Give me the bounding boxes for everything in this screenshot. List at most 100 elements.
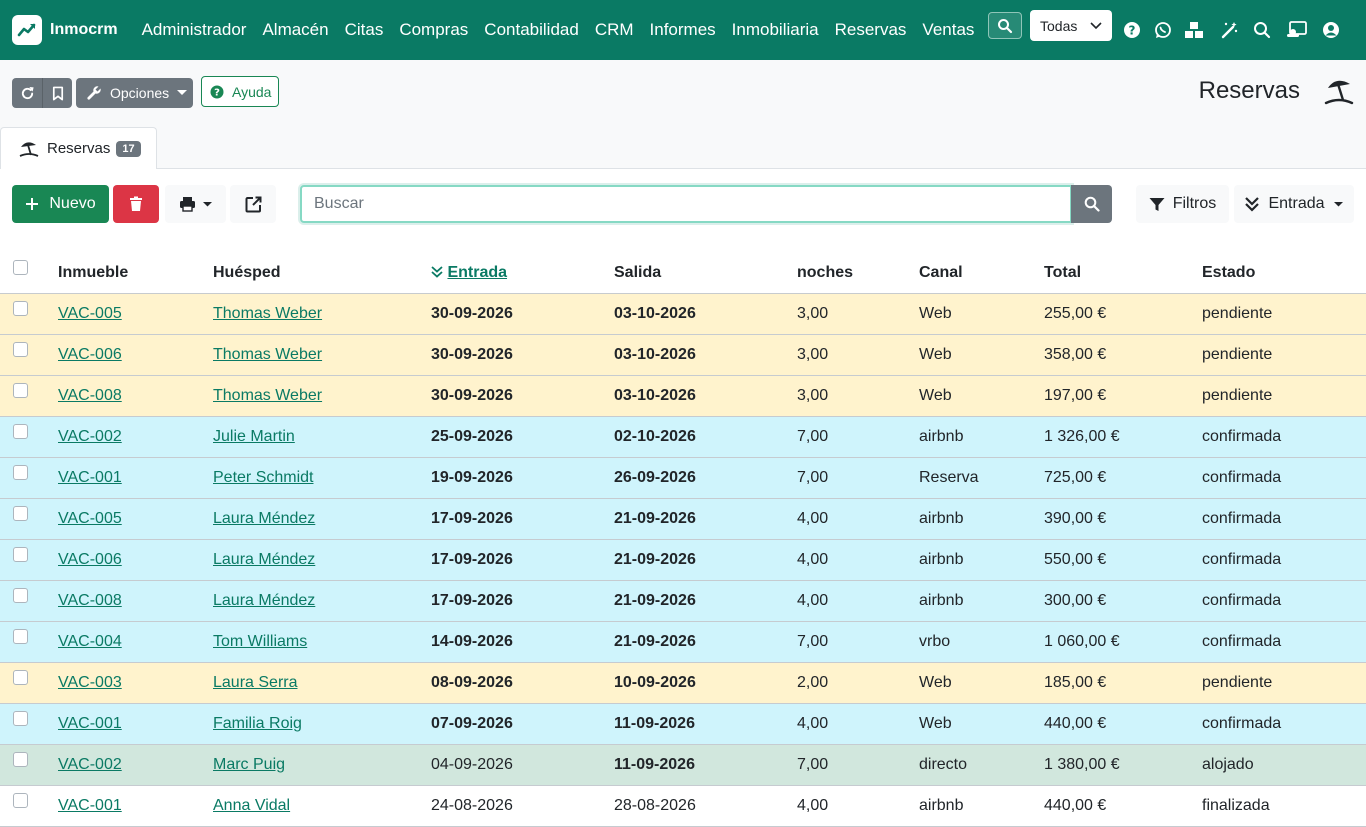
cell-total-value: 255,00 €	[1044, 304, 1107, 322]
cell-inmueble-link[interactable]: VAC-002	[58, 756, 122, 773]
nav-search-button[interactable]	[988, 12, 1022, 39]
row-checkbox[interactable]	[13, 751, 28, 767]
user-circle-icon[interactable]	[1321, 20, 1341, 40]
table-row[interactable]: VAC-005 Laura Méndez 17-09-2026 21-09-2026 4…	[0, 498, 1366, 540]
select-all-checkbox[interactable]	[13, 259, 28, 275]
table-row[interactable]: VAC-002 Marc Puig 04-09-2026 11-09-2026 7,00…	[0, 744, 1366, 786]
menu-item-informes[interactable]: Informes	[642, 20, 724, 40]
cell-salida-value: 11-09-2026	[614, 755, 695, 773]
row-checkbox[interactable]	[13, 464, 28, 480]
row-checkbox[interactable]	[13, 382, 28, 398]
cell-inmueble-link[interactable]: VAC-008	[58, 592, 122, 609]
row-checkbox[interactable]	[13, 792, 28, 808]
search-button[interactable]	[1071, 185, 1112, 223]
cell-huesped-link[interactable]: Thomas Weber	[213, 346, 322, 363]
table-row[interactable]: VAC-005 Thomas Weber 30-09-2026 03-10-2026 3…	[0, 293, 1366, 335]
row-checkbox[interactable]	[13, 341, 28, 357]
brand[interactable]: Inmocrm	[12, 15, 118, 45]
cell-inmueble-link[interactable]: VAC-005	[58, 305, 122, 322]
table-row[interactable]: VAC-008 Laura Méndez 17-09-2026 21-09-2026 4…	[0, 580, 1366, 622]
cell-noches-value: 7,00	[797, 427, 829, 445]
help-button[interactable]: ? Ayuda	[201, 76, 279, 107]
menu-item-reservas[interactable]: Reservas	[827, 20, 915, 40]
cell-inmueble-link[interactable]: VAC-002	[58, 428, 122, 445]
cell-salida: 10-09-2026	[614, 662, 797, 704]
new-button[interactable]: Nuevo	[12, 185, 109, 223]
open-new-window-button[interactable]	[230, 185, 276, 223]
cell-inmueble-link[interactable]: VAC-006	[58, 551, 122, 568]
options-button[interactable]: Opciones	[76, 78, 193, 108]
column-header-huesped[interactable]: Huésped	[213, 253, 431, 294]
column-header-estado[interactable]: Estado	[1202, 253, 1366, 294]
filters-button[interactable]: Filtros	[1136, 185, 1229, 223]
column-header-noches[interactable]: noches	[797, 253, 919, 294]
menu-item-contabilidad[interactable]: Contabilidad	[476, 20, 587, 40]
cell-inmueble-link[interactable]: VAC-004	[58, 633, 122, 650]
menu-item-ventas[interactable]: Ventas	[914, 20, 982, 40]
column-header-entrada[interactable]: Entrada	[431, 253, 614, 294]
cell-huesped-link[interactable]: Peter Schmidt	[213, 469, 313, 486]
column-header-total[interactable]: Total	[1044, 253, 1202, 294]
table-row[interactable]: VAC-002 Julie Martin 25-09-2026 02-10-2026 7…	[0, 416, 1366, 458]
menu-item-administrador[interactable]: Administrador	[134, 20, 255, 40]
bookmark-button[interactable]	[42, 78, 72, 108]
cell-inmueble-link[interactable]: VAC-001	[58, 715, 122, 732]
column-header-canal[interactable]: Canal	[919, 253, 1044, 294]
cell-huesped-link[interactable]: Julie Martin	[213, 428, 295, 445]
whatsapp-icon[interactable]	[1153, 20, 1173, 40]
cell-huesped-link[interactable]: Anna Vidal	[213, 797, 290, 814]
cell-huesped-link[interactable]: Familia Roig	[213, 715, 302, 732]
column-header-inmueble[interactable]: Inmueble	[58, 253, 213, 294]
question-circle-icon[interactable]: ?	[1122, 20, 1142, 40]
column-header-salida[interactable]: Salida	[614, 253, 797, 294]
row-checkbox[interactable]	[13, 669, 28, 685]
cell-inmueble-link[interactable]: VAC-001	[58, 469, 122, 486]
table-row[interactable]: VAC-001 Peter Schmidt 19-09-2026 26-09-2026…	[0, 457, 1366, 499]
row-checkbox[interactable]	[13, 628, 28, 644]
table-row[interactable]: VAC-006 Laura Méndez 17-09-2026 21-09-2026 4…	[0, 539, 1366, 581]
table-row[interactable]: VAC-008 Thomas Weber 30-09-2026 03-10-2026 3…	[0, 375, 1366, 417]
search-icon[interactable]	[1252, 20, 1272, 40]
cell-total-value: 1 060,00 €	[1044, 632, 1120, 650]
table-row[interactable]: VAC-001 Familia Roig 07-09-2026 11-09-2026 4…	[0, 703, 1366, 745]
row-checkbox[interactable]	[13, 300, 28, 316]
question-circle-icon: ?	[210, 85, 224, 98]
cell-huesped-link[interactable]: Laura Serra	[213, 674, 298, 691]
refresh-button[interactable]	[12, 78, 42, 108]
cell-huesped-link[interactable]: Laura Méndez	[213, 592, 315, 609]
search-input[interactable]	[300, 185, 1072, 223]
table-row[interactable]: VAC-004 Tom Williams 14-09-2026 21-09-2026 7…	[0, 621, 1366, 663]
cell-inmueble-link[interactable]: VAC-006	[58, 346, 122, 363]
cell-inmueble-link[interactable]: VAC-001	[58, 797, 122, 814]
cell-inmueble-link[interactable]: VAC-005	[58, 510, 122, 527]
row-checkbox[interactable]	[13, 546, 28, 562]
menu-item-inmobiliaria[interactable]: Inmobiliaria	[724, 20, 827, 40]
row-checkbox[interactable]	[13, 710, 28, 726]
menu-item-compras[interactable]: Compras	[391, 20, 476, 40]
row-checkbox[interactable]	[13, 423, 28, 439]
cell-huesped-link[interactable]: Laura Méndez	[213, 510, 315, 527]
cell-huesped-link[interactable]: Tom Williams	[213, 633, 307, 650]
tab-reservas[interactable]: Reservas 17	[0, 127, 157, 169]
cell-huesped-link[interactable]: Thomas Weber	[213, 305, 322, 322]
magic-wand-icon[interactable]	[1219, 20, 1239, 40]
id-card-icon[interactable]	[1285, 20, 1307, 40]
cell-huesped-link[interactable]: Laura Méndez	[213, 551, 315, 568]
cell-inmueble-link[interactable]: VAC-008	[58, 387, 122, 404]
row-checkbox[interactable]	[13, 505, 28, 521]
menu-item-almacen[interactable]: Almacén	[254, 20, 336, 40]
cell-salida: 02-10-2026	[614, 416, 797, 458]
menu-item-crm[interactable]: CRM	[587, 20, 642, 40]
row-checkbox[interactable]	[13, 587, 28, 603]
delete-button[interactable]	[113, 185, 159, 223]
menu-item-citas[interactable]: Citas	[337, 20, 392, 40]
company-select[interactable]: Todas	[1030, 10, 1112, 41]
sort-order-button[interactable]: Entrada	[1234, 185, 1354, 223]
cubes-icon[interactable]	[1184, 20, 1204, 40]
cell-huesped-link[interactable]: Thomas Weber	[213, 387, 322, 404]
cell-huesped-link[interactable]: Marc Puig	[213, 756, 285, 773]
print-button[interactable]	[165, 185, 226, 223]
table-row[interactable]: VAC-006 Thomas Weber 30-09-2026 03-10-2026 3…	[0, 334, 1366, 376]
table-row[interactable]: VAC-003 Laura Serra 08-09-2026 10-09-2026 2,…	[0, 662, 1366, 704]
cell-inmueble-link[interactable]: VAC-003	[58, 674, 122, 691]
